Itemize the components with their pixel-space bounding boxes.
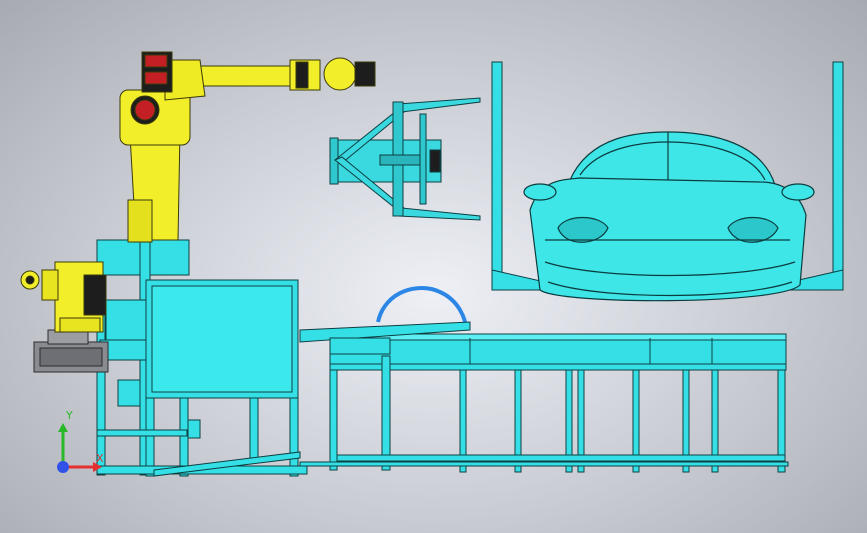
gripper-end-effector[interactable] [329, 97, 481, 221]
y-axis-label: Y [65, 409, 73, 422]
x-axis-label: X [96, 452, 104, 465]
xyz-axis-triad-icon: Y X [57, 409, 104, 473]
secondary-robot[interactable] [20, 261, 107, 333]
y-axis-arrowhead [58, 423, 68, 432]
cad-viewport[interactable]: Y X [0, 0, 867, 533]
assembly-scene[interactable] [0, 0, 867, 533]
z-axis-dot [57, 461, 69, 473]
station-cabinet[interactable] [96, 239, 308, 477]
conveyor-support-frame[interactable] [299, 333, 789, 473]
car-body[interactable] [523, 131, 815, 302]
